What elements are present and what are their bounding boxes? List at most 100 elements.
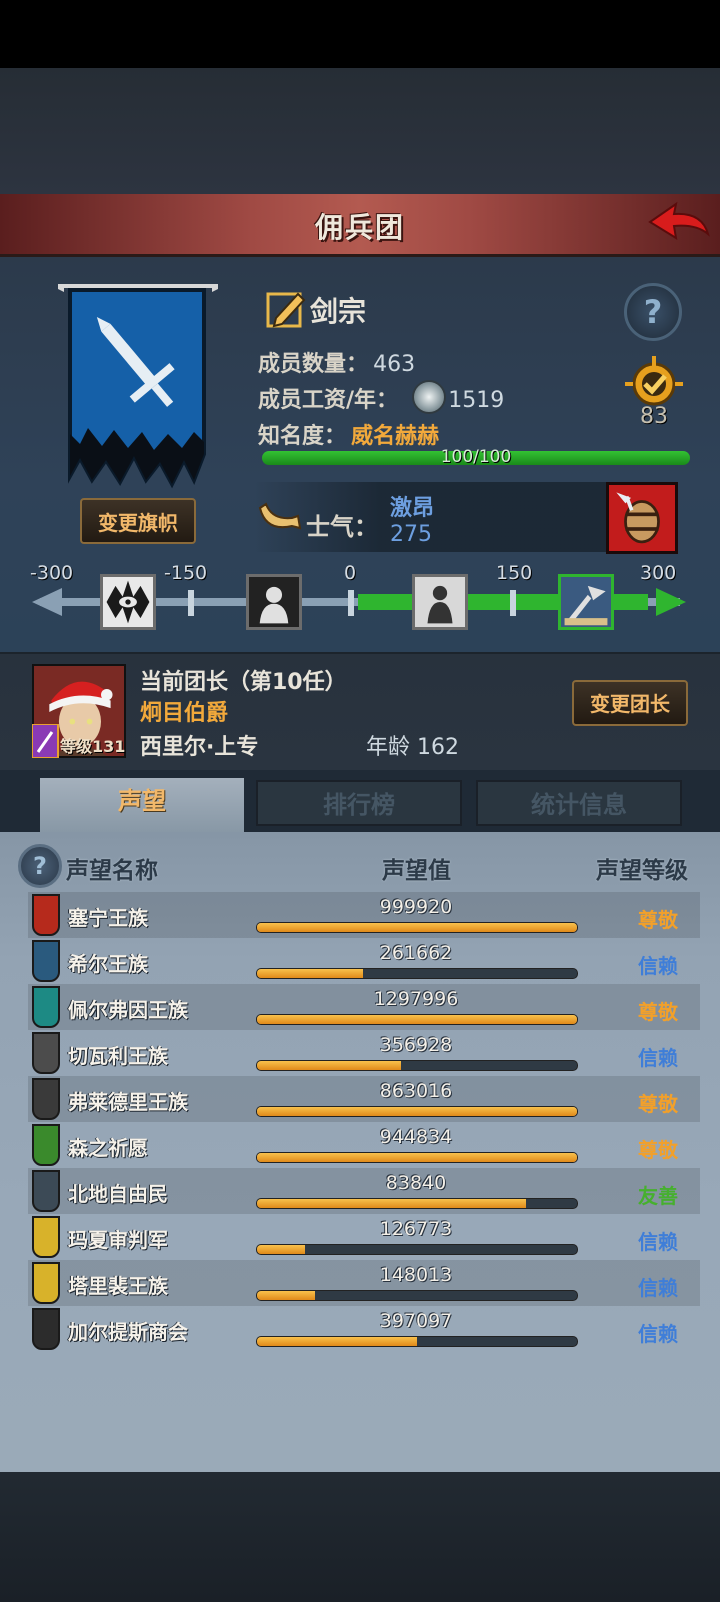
reputation-row[interactable]: 佩尔弗因王族 1297996 尊敬	[28, 984, 700, 1030]
reputation-row[interactable]: 玛夏审判军 126773 信赖	[28, 1214, 700, 1260]
reputation-help-icon[interactable]: ?	[18, 844, 62, 888]
fame-progress-text: 100/100	[440, 447, 512, 467]
reputation-level: 友善	[638, 1184, 678, 1208]
reputation-value: 999920	[379, 896, 453, 918]
reputation-row[interactable]: 北地自由民 83840 友善	[28, 1168, 700, 1214]
faction-name: 塞宁王族	[68, 906, 148, 930]
reputation-row[interactable]: 森之祈愿 944834 尊敬	[28, 1122, 700, 1168]
col-header-value: 声望值	[382, 858, 451, 884]
reputation-value: 1297996	[373, 988, 459, 1010]
reputation-row[interactable]: 弗莱德里王族 863016 尊敬	[28, 1076, 700, 1122]
reputation-level: 尊敬	[638, 908, 678, 932]
reputation-bar-fill	[257, 1015, 577, 1024]
despair-icon[interactable]	[246, 574, 302, 630]
reputation-bar	[256, 1244, 578, 1255]
reputation-row[interactable]: 切瓦利王族 356928 信赖	[28, 1030, 700, 1076]
reputation-bar	[256, 1060, 578, 1071]
top-background	[0, 68, 720, 194]
charge-icon[interactable]	[558, 574, 614, 630]
reputation-value: 356928	[379, 1034, 453, 1056]
members-value: 463	[373, 352, 416, 377]
faction-crest-icon	[32, 940, 60, 982]
wage-label: 成员工资/年：	[258, 388, 399, 413]
reputation-bar-fill	[257, 1061, 401, 1070]
scale-tick	[348, 590, 354, 616]
tab-leaderboard[interactable]: 排行榜	[256, 780, 462, 826]
faction-crest-icon	[32, 986, 60, 1028]
reputation-value: 863016	[379, 1080, 453, 1102]
reputation-bar-fill	[257, 1199, 526, 1208]
faction-crest-icon	[32, 1124, 60, 1166]
tab-statistics[interactable]: 统计信息	[476, 780, 682, 826]
reputation-bar-fill	[257, 969, 363, 978]
scale-tick	[510, 590, 516, 616]
wage-value: 1519	[448, 388, 505, 413]
change-leader-button[interactable]: 变更团长	[572, 680, 688, 726]
reputation-bar-fill	[257, 1291, 315, 1300]
reputation-value: 397097	[379, 1310, 453, 1332]
scale-tick	[188, 590, 194, 616]
reputation-level: 尊敬	[638, 1138, 678, 1162]
faction-crest-icon	[32, 1262, 60, 1304]
morale-label: 士气：	[306, 513, 378, 541]
reputation-level: 信赖	[638, 1230, 678, 1254]
faction-name: 森之祈愿	[68, 1136, 148, 1160]
reputation-bar	[256, 1336, 578, 1347]
change-flag-button[interactable]: 变更旗帜	[80, 498, 196, 544]
reputation-bar-fill	[257, 1245, 305, 1254]
chaos-eye-icon[interactable]	[100, 574, 156, 630]
reputation-bar-fill	[257, 1337, 417, 1346]
rename-icon[interactable]	[266, 288, 306, 328]
leader-class: 西里尔·上专	[140, 735, 259, 760]
silver-coin-icon	[412, 380, 446, 414]
leader-title: 当前团长（第10任）	[140, 670, 347, 695]
reputation-bar-fill	[257, 923, 577, 932]
reputation-level: 信赖	[638, 1046, 678, 1070]
scale-label: 300	[640, 562, 677, 584]
faction-crest-icon	[32, 1308, 60, 1350]
leader-age: 年龄 162	[366, 735, 459, 760]
reputation-level: 信赖	[638, 954, 678, 978]
faction-name: 弗莱德里王族	[68, 1090, 188, 1114]
fame-value: 威名赫赫	[351, 424, 440, 449]
scale-label: -150	[164, 562, 208, 584]
calm-icon[interactable]	[412, 574, 468, 630]
reputation-row[interactable]: 塞宁王族 999920 尊敬	[28, 892, 700, 938]
faction-name: 希尔王族	[68, 952, 148, 976]
faction-crest-icon	[32, 1170, 60, 1212]
guild-name: 剑宗	[310, 295, 367, 328]
scale-left-arrow	[32, 588, 62, 616]
scale-label: 0	[344, 562, 357, 584]
horn-icon	[258, 502, 302, 530]
faction-name: 玛夏审判军	[68, 1228, 168, 1252]
reputation-value: 83840	[385, 1172, 447, 1194]
rank-badge-icon[interactable]	[625, 356, 683, 408]
faction-name: 佩尔弗因王族	[68, 998, 188, 1022]
morale-value: 275	[390, 522, 432, 547]
leader-name: 炯目伯爵	[140, 701, 229, 726]
back-arrow-icon[interactable]	[646, 200, 712, 248]
help-icon[interactable]: ?	[624, 283, 682, 341]
reputation-row[interactable]: 加尔提斯商会 397097 信赖	[28, 1306, 700, 1352]
tab-reputation[interactable]: 声望	[40, 778, 244, 832]
reputation-value: 261662	[379, 942, 453, 964]
faction-crest-icon	[32, 1216, 60, 1258]
scale-label: 150	[496, 562, 533, 584]
reputation-bar	[256, 1198, 578, 1209]
barrel-icon[interactable]	[606, 482, 678, 554]
reputation-bar	[256, 1014, 578, 1025]
members-row: 成员数量： 463	[258, 346, 415, 378]
reputation-row[interactable]: 希尔王族 261662 信赖	[28, 938, 700, 984]
reputation-level: 信赖	[638, 1276, 678, 1300]
faction-name: 加尔提斯商会	[68, 1320, 188, 1344]
reputation-value: 944834	[379, 1126, 453, 1148]
reputation-bar	[256, 968, 578, 979]
faction-crest-icon	[32, 1032, 60, 1074]
faction-name: 塔里裴王族	[68, 1274, 168, 1298]
reputation-bar-fill	[257, 1107, 577, 1116]
morale-state: 激昂	[390, 496, 435, 521]
faction-name: 切瓦利王族	[68, 1044, 168, 1068]
reputation-row[interactable]: 塔里裴王族 148013 信赖	[28, 1260, 700, 1306]
reputation-bar	[256, 1152, 578, 1163]
scale-right-arrow	[656, 588, 686, 616]
